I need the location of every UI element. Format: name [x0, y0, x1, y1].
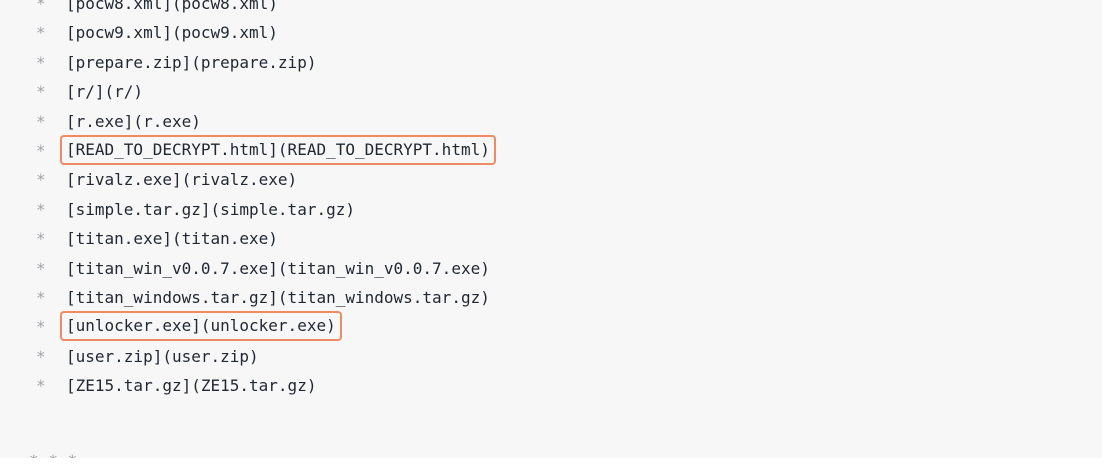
- bullet-marker: *: [36, 258, 46, 278]
- bullet-marker: *: [36, 376, 46, 396]
- file-link-text[interactable]: [user.zip](user.zip): [66, 342, 259, 371]
- file-link-text[interactable]: [r/](r/): [66, 77, 143, 106]
- bullet-marker: *: [36, 23, 46, 43]
- file-link-text[interactable]: [r.exe](r.exe): [66, 107, 201, 136]
- file-link-text[interactable]: [titan_win_v0.0.7.exe](titan_win_v0.0.7.…: [66, 254, 490, 283]
- bullet-marker: *: [36, 199, 46, 219]
- file-link-text[interactable]: [simple.tar.gz](simple.tar.gz): [66, 195, 355, 224]
- file-link-text[interactable]: [pocw8.xml](pocw8.xml): [66, 0, 278, 18]
- file-link-text[interactable]: [pocw9.xml](pocw9.xml): [66, 18, 278, 47]
- bullet-marker: *: [36, 0, 46, 13]
- markdown-source-panel: * [pocw8.xml](pocw8.xml) * [pocw9.xml](poc…: [0, 0, 1102, 458]
- bullet-marker: *: [36, 170, 46, 190]
- file-link-text[interactable]: [prepare.zip](prepare.zip): [66, 48, 316, 77]
- file-link-text-highlighted[interactable]: [READ_TO_DECRYPT.html](READ_TO_DECRYPT.h…: [60, 134, 496, 165]
- file-link-text-highlighted[interactable]: [unlocker.exe](unlocker.exe): [60, 311, 342, 342]
- bullet-marker: *: [36, 111, 46, 131]
- bullet-marker: *: [36, 346, 46, 366]
- file-link-text[interactable]: [titan_windows.tar.gz](titan_windows.tar…: [66, 283, 490, 312]
- file-link-text[interactable]: [ZE15.tar.gz](ZE15.tar.gz): [66, 371, 316, 400]
- bullet-marker: *: [36, 140, 46, 160]
- file-link-text[interactable]: [titan.exe](titan.exe): [66, 224, 278, 253]
- bullet-marker: *: [36, 229, 46, 249]
- bullet-marker: *: [36, 52, 46, 72]
- file-link-text[interactable]: [rivalz.exe](rivalz.exe): [66, 165, 297, 194]
- bullet-marker: *: [36, 82, 46, 102]
- bullet-marker: *: [36, 317, 46, 337]
- bullet-marker: *: [36, 287, 46, 307]
- horizontal-rule-markup: * * *: [29, 451, 77, 458]
